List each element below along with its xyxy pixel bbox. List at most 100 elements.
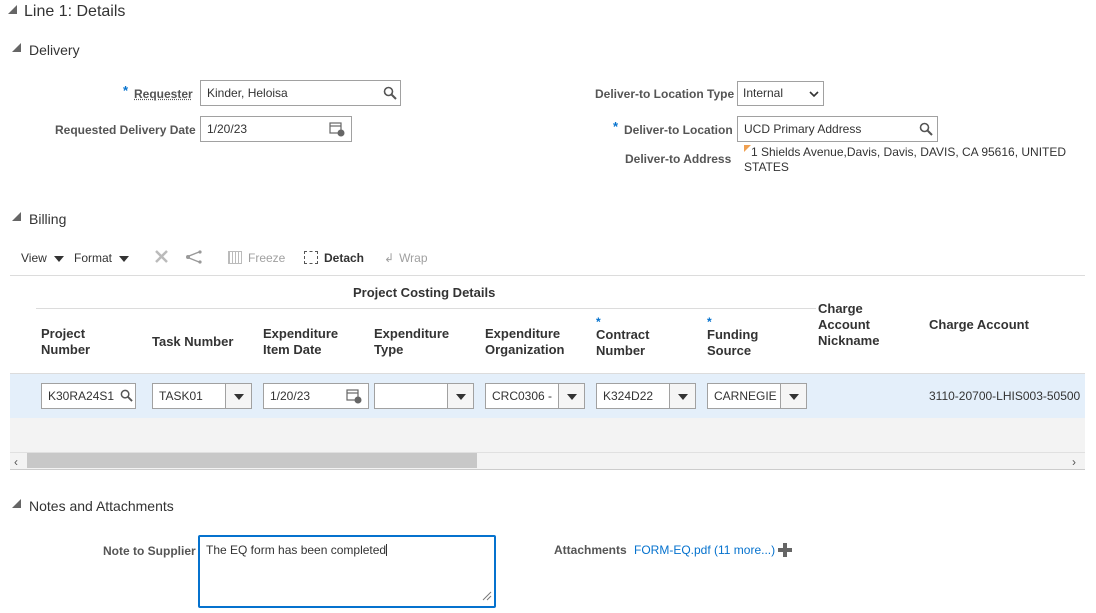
col-exp-org-line1: Expenditure	[485, 326, 561, 341]
col-exp-org[interactable]: Expenditure Organization	[485, 326, 564, 358]
freeze-label: Freeze	[248, 251, 286, 265]
attachments-label: Attachments	[554, 543, 627, 557]
location-label: Deliver-to Location	[624, 123, 733, 137]
chevron-down-icon[interactable]	[225, 384, 251, 408]
caret-down-icon	[119, 255, 130, 262]
col-exp-type-line2: Type	[374, 342, 404, 357]
detach-icon	[304, 251, 318, 264]
collapse-notes-icon[interactable]	[12, 499, 21, 508]
detach-label: Detach	[324, 251, 365, 265]
collapse-billing-icon[interactable]	[12, 212, 21, 221]
location-value: UCD Primary Address	[744, 122, 862, 136]
note-label: Note to Supplier	[103, 544, 196, 558]
col-contract-number[interactable]: * Contract Number	[596, 315, 649, 359]
address-flag-icon	[744, 145, 751, 152]
notes-section-title: Notes and Attachments	[29, 498, 174, 514]
col-contract-number-line2: Number	[596, 343, 646, 358]
address-label: Deliver-to Address	[625, 152, 732, 166]
delete-icon[interactable]	[154, 249, 169, 267]
col-funding-source-line2: Source	[707, 343, 752, 358]
col-exp-item-date-line1: Expenditure	[263, 326, 339, 341]
contract-number-value: K324D22	[603, 389, 654, 403]
col-project-number[interactable]: Project Number	[41, 326, 90, 358]
exp-org-value: CRC0306 -	[492, 389, 553, 403]
project-number-value: K30RA24S1	[48, 389, 115, 403]
col-project-number-line1: Project	[41, 326, 86, 341]
location-type-select[interactable]: Internal	[737, 81, 824, 106]
col-exp-type[interactable]: Expenditure Type	[374, 326, 449, 358]
col-charge-nickname-line2: Account	[818, 317, 870, 332]
requester-value: Kinder, Heloisa	[207, 86, 288, 100]
requested-date-label: Requested Delivery Date	[55, 123, 196, 137]
chevron-down-icon[interactable]	[558, 384, 584, 408]
toolbar-divider	[10, 275, 1085, 276]
col-funding-source[interactable]: * Funding Source	[707, 315, 759, 359]
group-header-divider	[36, 308, 816, 309]
location-required-marker: *	[613, 119, 619, 134]
requester-label: Requester	[134, 87, 193, 101]
requester-required-marker: *	[123, 83, 129, 98]
exp-org-select[interactable]: CRC0306 -	[485, 383, 585, 409]
horizontal-scrollbar[interactable]: ‹ ›	[10, 452, 1085, 470]
scrollbar-thumb[interactable]	[27, 453, 477, 468]
exp-type-select[interactable]	[374, 383, 474, 409]
billing-section-title: Billing	[29, 211, 67, 227]
delivery-section-title: Delivery	[29, 42, 80, 58]
col-charge-nickname[interactable]: Charge Account Nickname	[818, 301, 879, 349]
col-project-number-line2: Number	[41, 342, 91, 357]
wrap-label: Wrap	[399, 251, 428, 265]
search-icon[interactable]	[383, 86, 397, 102]
scroll-left-arrow-icon[interactable]: ‹	[14, 455, 18, 469]
resize-handle-icon[interactable]	[480, 589, 492, 604]
search-icon[interactable]	[120, 389, 133, 404]
format-menu-label: Format	[74, 251, 113, 265]
search-icon[interactable]	[919, 122, 933, 138]
detach-button[interactable]: Detach	[304, 251, 364, 265]
chevron-down-icon[interactable]	[447, 384, 473, 408]
location-input[interactable]: UCD Primary Address	[737, 116, 938, 142]
chevron-down-icon[interactable]	[780, 384, 806, 408]
location-type-label: Deliver-to Location Type	[595, 87, 735, 101]
requester-input[interactable]: Kinder, Heloisa	[200, 80, 401, 106]
collapse-line-icon[interactable]	[8, 5, 17, 14]
split-icon[interactable]	[185, 249, 203, 267]
add-attachment-icon[interactable]	[778, 543, 792, 560]
contract-required-marker: *	[596, 315, 601, 329]
requested-date-value: 1/20/23	[207, 122, 248, 136]
calendar-icon[interactable]	[346, 388, 362, 406]
contract-number-select[interactable]: K324D22	[596, 383, 696, 409]
chevron-down-icon[interactable]	[669, 384, 695, 408]
attachments-link[interactable]: FORM-EQ.pdf (11 more...)	[634, 543, 775, 557]
view-menu-label: View	[21, 251, 47, 265]
text-cursor	[386, 544, 388, 556]
collapse-delivery-icon[interactable]	[12, 43, 21, 52]
col-charge-nickname-line3: Nickname	[818, 333, 880, 348]
col-charge-nickname-line1: Charge	[818, 301, 863, 316]
task-number-select[interactable]: TASK01	[152, 383, 252, 409]
table-empty-area	[10, 418, 1085, 452]
exp-item-date-value: 1/20/23	[270, 389, 311, 403]
col-task-number[interactable]: Task Number	[152, 334, 233, 350]
freeze-button[interactable]: Freeze	[228, 251, 285, 265]
wrap-icon: ↲	[384, 251, 395, 265]
col-exp-item-date-line2: Item Date	[263, 342, 322, 357]
note-value: The EQ form has been completed	[206, 543, 387, 557]
note-to-supplier-textarea[interactable]: The EQ form has been completed	[198, 535, 496, 608]
col-charge-account[interactable]: Charge Account	[929, 317, 1029, 333]
chevron-down-icon	[809, 87, 819, 101]
wrap-button[interactable]: ↲ Wrap	[384, 251, 428, 265]
view-menu[interactable]: View	[21, 251, 65, 265]
format-menu[interactable]: Format	[74, 251, 130, 265]
location-type-value: Internal	[743, 86, 784, 100]
table-row[interactable]: K30RA24S1 TASK01 1/20/23 CRC0306 - K324D…	[10, 374, 1085, 418]
col-exp-type-line1: Expenditure	[374, 326, 450, 341]
col-funding-source-line1: Funding	[707, 327, 759, 342]
col-exp-org-line2: Organization	[485, 342, 565, 357]
funding-required-marker: *	[707, 315, 712, 329]
funding-source-select[interactable]: CARNEGIE	[707, 383, 807, 409]
group-header: Project Costing Details	[353, 285, 496, 300]
line-title: Line 1: Details	[24, 3, 126, 20]
calendar-icon[interactable]	[329, 121, 345, 139]
col-exp-item-date[interactable]: Expenditure Item Date	[263, 326, 338, 358]
scroll-right-arrow-icon[interactable]: ›	[1072, 455, 1076, 469]
